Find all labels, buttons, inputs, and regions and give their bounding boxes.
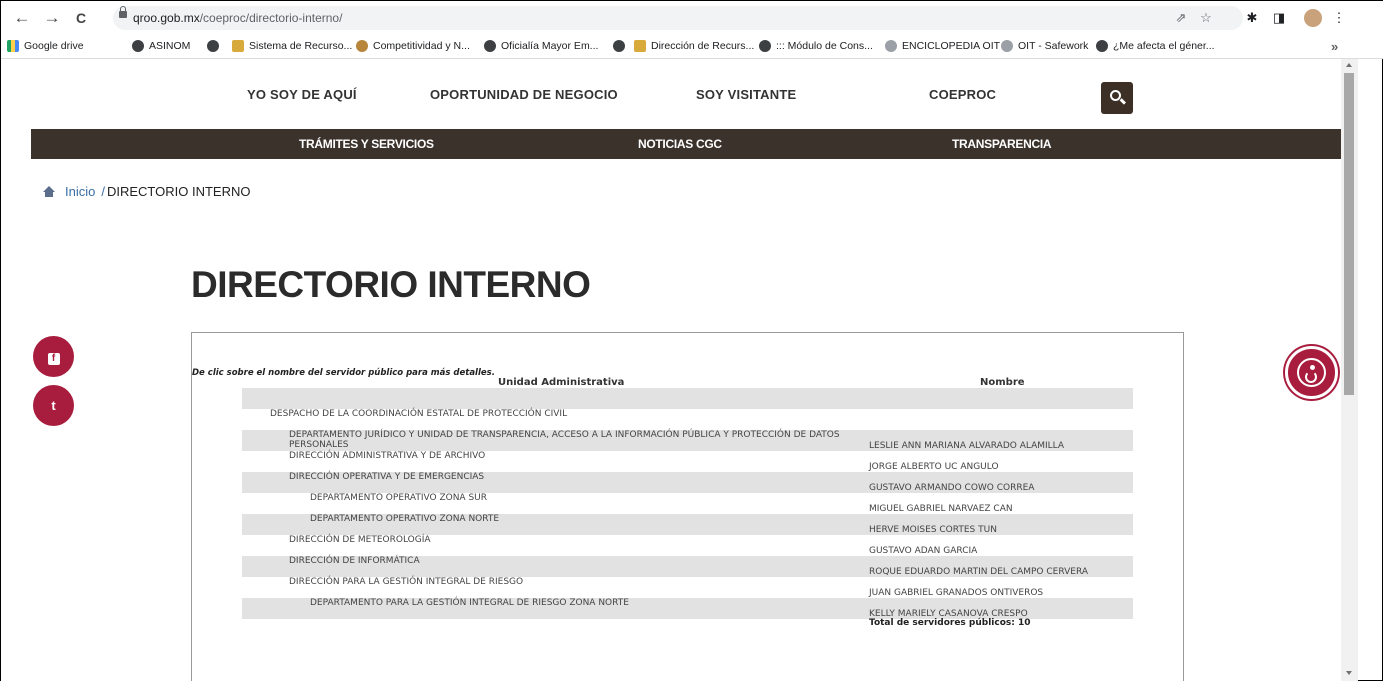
- link-icon: [885, 40, 897, 52]
- profile-avatar[interactable]: [1304, 9, 1322, 27]
- column-header-name: Nombre: [980, 377, 1025, 388]
- forward-button[interactable]: →: [41, 7, 63, 29]
- scroll-down-arrow-icon[interactable]: [1346, 671, 1352, 675]
- sidepanel-icon[interactable]: ◨: [1271, 10, 1287, 26]
- breadcrumb-home-link[interactable]: Inicio: [65, 184, 95, 199]
- reload-button[interactable]: C: [70, 7, 92, 29]
- column-header-unit: Unidad Administrativa: [498, 377, 625, 388]
- table-row: DIRECCIÓN PARA LA GESTIÓN INTEGRAL DE RI…: [242, 577, 1133, 598]
- globe-icon: [613, 40, 625, 52]
- back-button[interactable]: ←: [11, 7, 33, 29]
- total-count: Total de servidores públicos: 10: [869, 618, 1031, 628]
- globe-icon: [132, 40, 144, 52]
- table-row: DIRECCIÓN DE INFORMÁTICA ROQUE EDUARDO M…: [242, 556, 1133, 577]
- row-unit: DIRECCIÓN DE METEOROLOGÍA: [289, 535, 431, 545]
- row-unit: DEPARTAMENTO OPERATIVO ZONA NORTE: [310, 514, 500, 524]
- table-row: DEPARTAMENTO JURÍDICO Y UNIDAD DE TRANSP…: [242, 430, 1133, 451]
- accessibility-button[interactable]: [1285, 346, 1338, 399]
- bookmark-me-afecta[interactable]: ¿Me afecta el géner...: [1096, 40, 1215, 52]
- sun-icon: [1001, 40, 1013, 52]
- table-row: DIRECCIÓN OPERATIVA Y DE EMERGENCIAS GUS…: [242, 472, 1133, 493]
- bookmark-direccion-recursos[interactable]: Dirección de Recurs...: [634, 40, 754, 52]
- breadcrumb: Inicio / DIRECTORIO INTERNO: [43, 184, 250, 199]
- row-name-link[interactable]: GUSTAVO ARMANDO COWO CORREA: [869, 483, 1034, 493]
- globe-icon: [484, 40, 496, 52]
- facebook-icon: f: [47, 353, 60, 365]
- row-name-link[interactable]: HERVE MOISES CORTES TUN: [869, 525, 997, 535]
- row-unit: DIRECCIÓN PARA LA GESTIÓN INTEGRAL DE RI…: [289, 577, 524, 587]
- wheelchair-icon: [1297, 358, 1326, 387]
- menu-icon[interactable]: ⋮: [1331, 10, 1347, 26]
- row-unit: DEPARTAMENTO OPERATIVO ZONA SUR: [310, 493, 487, 503]
- emblem-icon: [634, 40, 646, 52]
- globe-icon: [207, 40, 219, 52]
- url-text[interactable]: qroo.gob.mx/coeproc/directorio-interno/: [133, 11, 342, 25]
- page-viewport: YO SOY DE AQUÍ OPORTUNIDAD DE NEGOCIO SO…: [1, 59, 1341, 681]
- bookmark-sistema-recursos[interactable]: Sistema de Recurso...: [232, 40, 352, 52]
- bookmarks-overflow-button[interactable]: »: [1331, 39, 1338, 54]
- breadcrumb-current: DIRECTORIO INTERNO: [106, 184, 251, 199]
- page-scrollbar[interactable]: [1341, 59, 1358, 681]
- circle-icon: [356, 40, 368, 52]
- table-row: DEPARTAMENTO OPERATIVO ZONA SUR MIGUEL G…: [242, 493, 1133, 514]
- row-name-link[interactable]: JORGE ALBERTO UC ANGULO: [869, 462, 999, 472]
- emblem-icon: [232, 40, 244, 52]
- row-name-link[interactable]: JUAN GABRIEL GRANADOS ONTIVEROS: [869, 588, 1043, 598]
- google-drive-icon: [7, 40, 19, 52]
- nav-tramites-y-servicios[interactable]: TRÁMITES Y SERVICIOS: [299, 137, 434, 151]
- star-icon[interactable]: ☆: [1198, 10, 1214, 26]
- row-unit: DEPARTAMENTO PARA LA GESTIÓN INTEGRAL DE…: [310, 598, 629, 608]
- bookmark-globe-2[interactable]: [613, 40, 630, 52]
- row-name-link[interactable]: ROQUE EDUARDO MARTIN DEL CAMPO CERVERA: [869, 567, 1088, 577]
- row-unit: DIRECCIÓN OPERATIVA Y DE EMERGENCIAS: [289, 472, 485, 482]
- twitter-button[interactable]: t: [33, 385, 74, 426]
- breadcrumb-separator: /: [101, 184, 105, 199]
- row-name-link[interactable]: LESLIE ANN MARIANA ALVARADO ALAMILLA: [869, 441, 1064, 451]
- page-title: DIRECTORIO INTERNO: [191, 264, 591, 305]
- globe-icon: [759, 40, 771, 52]
- row-unit: DIRECCIÓN DE INFORMÁTICA: [289, 556, 420, 566]
- share-icon[interactable]: ⇗: [1173, 10, 1189, 26]
- bookmark-globe[interactable]: [207, 40, 224, 52]
- facebook-button[interactable]: f: [33, 336, 74, 377]
- extensions-icon[interactable]: ✱: [1244, 10, 1260, 26]
- table-row: DEPARTAMENTO PARA LA GESTIÓN INTEGRAL DE…: [242, 598, 1133, 619]
- row-unit: DEPARTAMENTO JURÍDICO Y UNIDAD DE TRANSP…: [289, 430, 840, 440]
- home-icon: [43, 186, 55, 197]
- bookmark-competitividad[interactable]: Competitividad y N...: [356, 40, 470, 52]
- row-name-link[interactable]: GUSTAVO ADAN GARCIA: [869, 546, 977, 556]
- nav-coeproc[interactable]: COEPROC: [929, 87, 996, 102]
- row-unit: DESPACHO DE LA COORDINACIÓN ESTATAL DE P…: [270, 409, 568, 419]
- bookmark-enciclopedia-oit[interactable]: ENCICLOPEDIA OIT: [885, 40, 1000, 52]
- scrollbar-thumb[interactable]: [1344, 73, 1354, 395]
- directory-frame: De clic sobre el nombre del servidor púb…: [191, 332, 1184, 681]
- lock-icon: [119, 6, 127, 18]
- bookmarks-bar: Google drive ASINOM Sistema de Recurso..…: [1, 35, 1383, 59]
- nav-yo-soy-de-aqui[interactable]: YO SOY DE AQUÍ: [247, 87, 357, 102]
- bookmark-oficialia-mayor[interactable]: Oficialía Mayor Em...: [484, 40, 598, 52]
- bookmark-asinom[interactable]: ASINOM: [132, 40, 190, 52]
- scroll-up-arrow-icon[interactable]: [1346, 63, 1352, 67]
- table-row: [242, 388, 1133, 409]
- table-row: DEPARTAMENTO OPERATIVO ZONA NORTE HERVE …: [242, 514, 1133, 535]
- row-unit: DIRECCIÓN ADMINISTRATIVA Y DE ARCHIVO: [289, 451, 486, 461]
- main-nav-bar: TRÁMITES Y SERVICIOS NOTICIAS CGC TRANSP…: [31, 129, 1341, 159]
- nav-transparencia[interactable]: TRANSPARENCIA: [952, 137, 1052, 151]
- bookmark-google-drive[interactable]: Google drive: [7, 40, 84, 52]
- bookmark-oit-safework[interactable]: OIT - Safework: [1001, 40, 1088, 52]
- directory-hint: De clic sobre el nombre del servidor púb…: [192, 368, 495, 378]
- table-row: DIRECCIÓN ADMINISTRATIVA Y DE ARCHIVO JO…: [242, 451, 1133, 472]
- nav-oportunidad-de-negocio[interactable]: OPORTUNIDAD DE NEGOCIO: [430, 87, 618, 102]
- twitter-icon: t: [51, 398, 56, 413]
- browser-toolbar: ← → C qroo.gob.mx/coeproc/directorio-int…: [1, 1, 1383, 35]
- search-button[interactable]: [1101, 82, 1133, 114]
- nav-soy-visitante[interactable]: SOY VISITANTE: [696, 87, 796, 102]
- globe-icon: [1096, 40, 1108, 52]
- table-row: DIRECCIÓN DE METEOROLOGÍA GUSTAVO ADAN G…: [242, 535, 1133, 556]
- row-name-link[interactable]: MIGUEL GABRIEL NARVAEZ CAN: [869, 504, 1013, 514]
- nav-noticias-cgc[interactable]: NOTICIAS CGC: [638, 137, 722, 151]
- row-unit-continued: PERSONALES: [289, 440, 349, 450]
- table-row: DESPACHO DE LA COORDINACIÓN ESTATAL DE P…: [242, 409, 1133, 430]
- bookmark-modulo-consulta[interactable]: ::: Módulo de Cons...: [759, 40, 873, 52]
